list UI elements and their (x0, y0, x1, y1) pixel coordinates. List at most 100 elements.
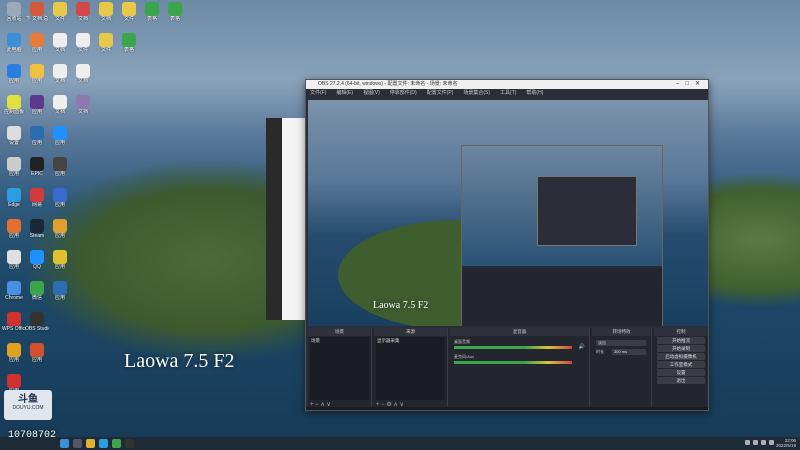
app-icon (30, 95, 44, 109)
start-icon[interactable] (60, 439, 69, 448)
tray-icon[interactable] (769, 440, 774, 445)
tray-icon[interactable] (745, 440, 750, 445)
obs-icon[interactable] (125, 439, 134, 448)
desktop-icon[interactable]: 下 文档 总 (25, 2, 49, 22)
menu-item[interactable]: 视图(V) (363, 90, 380, 96)
desktop-icon[interactable]: 表格 (163, 2, 187, 22)
desktop-icon[interactable]: 控制面板 (2, 95, 26, 115)
desktop-icon[interactable]: 应用 (48, 250, 72, 270)
desktop-icon[interactable]: 应用 (2, 219, 26, 239)
app-icon (7, 343, 21, 357)
edge-icon[interactable] (99, 439, 108, 448)
sources-list[interactable]: 显示器采集 (376, 337, 445, 400)
search-icon[interactable] (73, 439, 82, 448)
desktop-icon[interactable]: 应用 (48, 157, 72, 177)
desktop-icon[interactable]: 文档 (71, 64, 95, 84)
desktop-icon[interactable]: 表格 (140, 2, 164, 22)
desktop-icon[interactable]: Chrome (2, 281, 26, 301)
mixer-track-1-label: 桌面音频 (454, 339, 470, 344)
obs-window[interactable]: OBS 27.2.4 (64-bit, windows) - 配置文件: 未命名… (305, 79, 709, 411)
desktop-icon[interactable]: 文档 (48, 33, 72, 53)
control-button[interactable]: 启动虚拟摄像机 (657, 353, 705, 360)
desktop-icon[interactable]: 应用 (2, 64, 26, 84)
app-icon (53, 2, 67, 16)
desktop-icon[interactable]: 应用 (2, 157, 26, 177)
chat-app-window[interactable] (266, 118, 306, 320)
wechat-icon[interactable] (112, 439, 121, 448)
desktop-icon[interactable]: 回收站 (2, 2, 26, 22)
desktop-icon[interactable]: 文档 (71, 2, 95, 22)
window-controls[interactable]: –□✕ (676, 80, 706, 89)
tray-icon[interactable] (761, 440, 766, 445)
menu-item[interactable]: 文件(F) (310, 90, 326, 96)
desktop-icon[interactable]: 文档 (48, 64, 72, 84)
app-icon (7, 312, 21, 326)
desktop-icon[interactable]: WPS Office (2, 312, 26, 332)
desktop-icon-label: 网易 (31, 202, 42, 208)
desktop-icon[interactable]: OBS Studio (25, 312, 49, 332)
menu-item[interactable]: 工具(T) (500, 90, 516, 96)
transition-duration-label: 时长 (596, 349, 604, 354)
desktop-icon[interactable]: 表格 (117, 33, 141, 53)
desktop-icon[interactable]: 应用 (25, 126, 49, 146)
desktop-icon[interactable]: 文件 (48, 2, 72, 22)
scenes-list[interactable]: 场景 (310, 337, 369, 400)
desktop-icon[interactable]: 应用 (48, 126, 72, 146)
desktop-icon[interactable]: 文档 (94, 2, 118, 22)
desktop-icon[interactable]: 应用 (25, 95, 49, 115)
desktop-icon[interactable]: Edge (2, 188, 26, 208)
desktop-icon[interactable]: 应用 (25, 64, 49, 84)
menu-item[interactable]: 帮助(H) (526, 90, 543, 96)
sources-dock[interactable]: 来源 显示器采集 + − ⚙ ∧ ∨ (374, 328, 448, 410)
taskbar-clock[interactable]: 22:06 2022/5/19 (776, 438, 796, 448)
desktop-icon[interactable]: 文件 (117, 2, 141, 22)
desktop-icon[interactable]: 应用 (2, 250, 26, 270)
desktop-icon[interactable]: 应用 (48, 219, 72, 239)
desktop-icon[interactable]: 文档 (48, 95, 72, 115)
tray-icon[interactable] (753, 440, 758, 445)
mixer-mute-icon[interactable]: 🔊 (579, 344, 585, 350)
desktop-icon[interactable]: Steam (25, 219, 49, 239)
transition-select[interactable]: 淡出 (596, 340, 646, 346)
desktop-icon-grid: 回收站下 文档 总文件 文档 文档 文件 表格 表格 此电脑 应用 文档 文件 文件 表格 应用 应用 文档… (0, 0, 182, 420)
desktop-icon-label: 文档 (77, 109, 88, 115)
control-button[interactable]: 开始推流 (657, 337, 705, 344)
desktop-icon-label: 文档 (54, 109, 65, 115)
desktop-icon[interactable]: 应用 (48, 188, 72, 208)
desktop-icon-label: 此电脑 (6, 47, 22, 53)
transition-duration-input[interactable]: 300 ms (612, 349, 646, 355)
menu-item[interactable]: 编辑(E) (336, 90, 353, 96)
desktop-icon-label: 文件 (100, 47, 111, 53)
desktop-icon[interactable]: EPIC (25, 157, 49, 177)
menu-item[interactable]: 停靠部件(D) (390, 90, 417, 96)
control-button[interactable]: 退出 (657, 377, 705, 384)
desktop-icon[interactable]: QQ (25, 250, 49, 270)
desktop-icon[interactable]: 应用 (25, 33, 49, 53)
control-button[interactable]: 开始录制 (657, 345, 705, 352)
desktop-icon[interactable]: 文档 (71, 95, 95, 115)
scene-item[interactable]: 场景 (310, 337, 369, 345)
desktop-icon[interactable]: 应用 (48, 281, 72, 301)
scenes-dock[interactable]: 场景 场景 + − ∧ ∨ (308, 328, 372, 410)
desktop-icon[interactable]: 微信 (25, 281, 49, 301)
obs-preview[interactable]: Laowa 7.5 F2 (308, 100, 708, 326)
mixer-dock[interactable]: 混音器 桌面音频 麦克风/Aux 🔊 (450, 328, 590, 410)
taskbar-apps (60, 439, 134, 448)
control-button[interactable]: 工作室模式 (657, 361, 705, 368)
system-tray[interactable] (745, 440, 774, 445)
desktop-icon[interactable]: 文件 (94, 33, 118, 53)
app-icon (7, 126, 21, 140)
desktop-icon[interactable]: 网易 (25, 188, 49, 208)
obs-titlebar[interactable]: OBS 27.2.4 (64-bit, windows) - 配置文件: 未命名… (306, 80, 708, 89)
transitions-dock[interactable]: 转场特效 淡出 时长 300 ms (592, 328, 652, 410)
desktop-icon[interactable]: 此电脑 (2, 33, 26, 53)
desktop-icon[interactable]: 应用 (2, 343, 26, 363)
desktop-icon[interactable]: 设置 (2, 126, 26, 146)
source-item[interactable]: 显示器采集 (376, 337, 445, 345)
desktop-icon[interactable]: 文件 (71, 33, 95, 53)
menu-item[interactable]: 场景集合(S) (463, 90, 490, 96)
control-button[interactable]: 设置 (657, 369, 705, 376)
file-explorer-icon[interactable] (86, 439, 95, 448)
menu-item[interactable]: 配置文件(P) (427, 90, 454, 96)
desktop-icon[interactable]: 应用 (25, 343, 49, 363)
